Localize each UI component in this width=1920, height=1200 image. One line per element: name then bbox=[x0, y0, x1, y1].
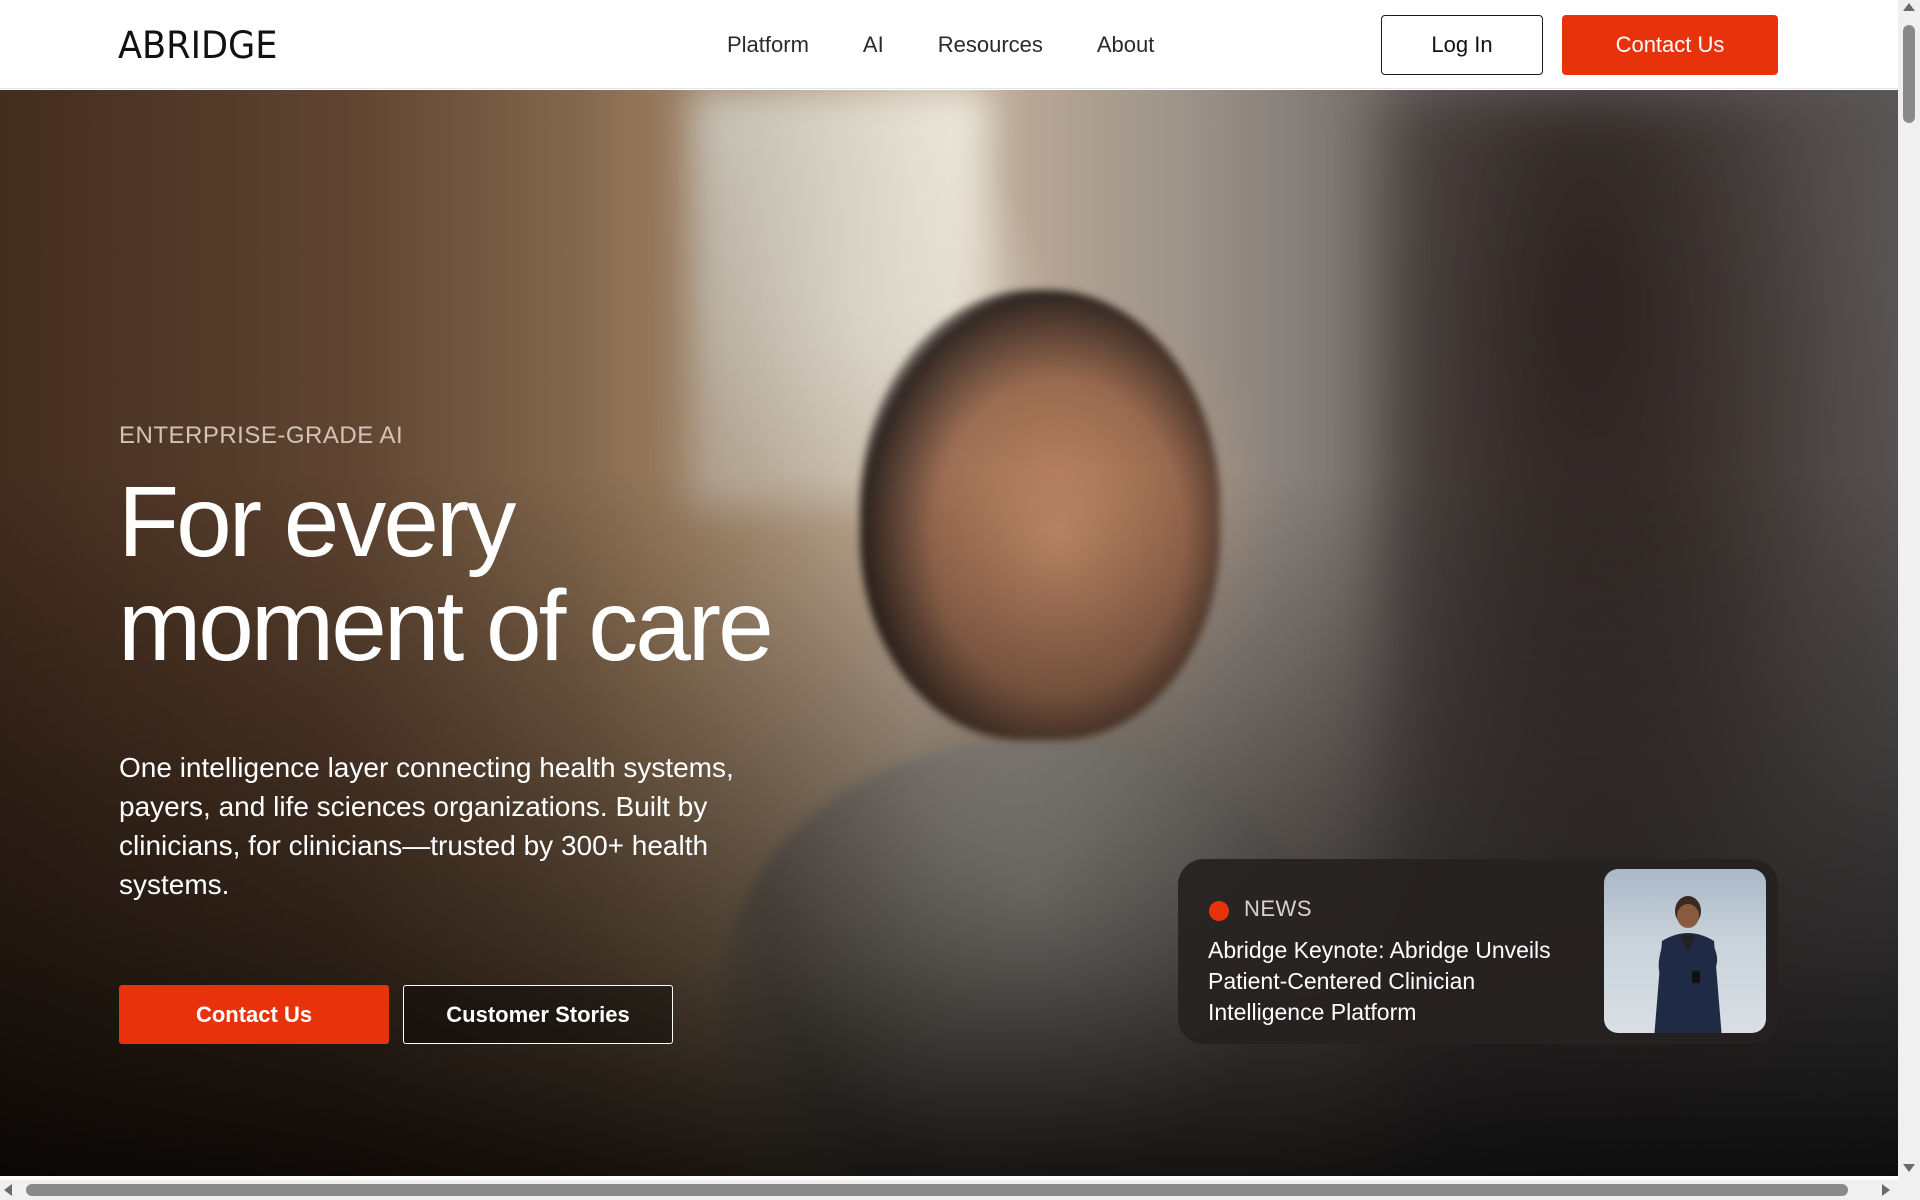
hero-title-line-1: For every bbox=[118, 466, 516, 578]
vertical-scroll-thumb[interactable] bbox=[1903, 25, 1915, 123]
news-headline[interactable]: Abridge Keynote: Abridge Unveils Patient… bbox=[1208, 935, 1578, 1028]
customer-stories-button[interactable]: Customer Stories bbox=[403, 985, 673, 1044]
hero-title: For every moment of care bbox=[118, 470, 878, 678]
news-thumbnail[interactable] bbox=[1604, 869, 1766, 1033]
site-header: ABRIDGE Platform AI Resources About Log … bbox=[0, 0, 1898, 89]
chevron-up-icon[interactable] bbox=[1903, 3, 1915, 11]
chevron-left-icon[interactable] bbox=[4, 1184, 12, 1196]
main-nav: Platform AI Resources About bbox=[727, 30, 1154, 60]
login-button[interactable]: Log In bbox=[1381, 15, 1543, 75]
nav-item-resources[interactable]: Resources bbox=[938, 30, 1043, 60]
hero-title-line-2: moment of care bbox=[118, 570, 774, 682]
horizontal-scrollbar[interactable] bbox=[0, 1180, 1898, 1200]
nav-item-about[interactable]: About bbox=[1097, 30, 1155, 60]
speaker-figure-icon bbox=[1654, 896, 1722, 1033]
hero-description: One intelligence layer connecting health… bbox=[119, 752, 734, 900]
horizontal-scroll-thumb[interactable] bbox=[26, 1184, 1848, 1196]
nav-item-ai[interactable]: AI bbox=[863, 30, 884, 60]
hero-eyebrow: ENTERPRISE-GRADE AI bbox=[119, 422, 404, 449]
scrollbar-corner bbox=[1898, 1180, 1920, 1200]
chevron-right-icon[interactable] bbox=[1882, 1184, 1890, 1196]
vertical-scrollbar[interactable] bbox=[1898, 0, 1920, 1180]
news-tag: NEWS bbox=[1244, 896, 1312, 921]
abridge-logo[interactable]: ABRIDGE bbox=[118, 26, 277, 66]
nav-item-platform[interactable]: Platform bbox=[727, 30, 809, 60]
red-dot-icon bbox=[1209, 901, 1229, 921]
hero-contact-button[interactable]: Contact Us bbox=[119, 985, 389, 1044]
news-card[interactable]: NEWS Abridge Keynote: Abridge Unveils Pa… bbox=[1178, 859, 1778, 1044]
chevron-down-icon[interactable] bbox=[1903, 1164, 1915, 1172]
header-contact-button[interactable]: Contact Us bbox=[1562, 15, 1778, 75]
